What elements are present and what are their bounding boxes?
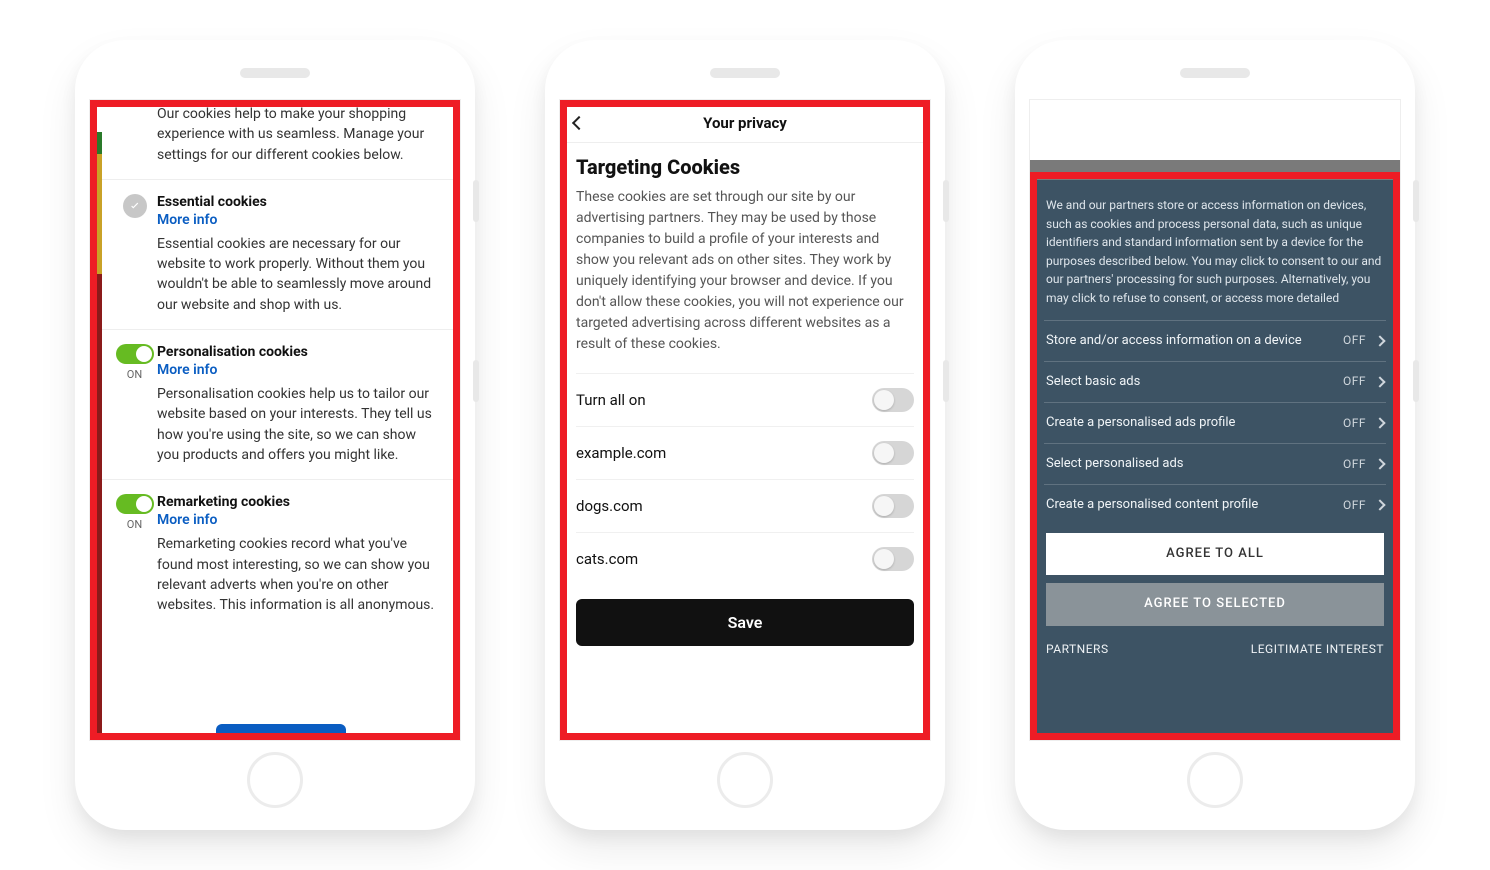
phone-screen-1: Our cookies help to make your shopping e…: [89, 99, 461, 741]
consent-option-row[interactable]: Select personalised ads OFF: [1044, 443, 1386, 484]
option-label: Select basic ads: [1046, 372, 1140, 392]
toggle-switch[interactable]: [116, 494, 154, 514]
option-label: Create a personalised ads profile: [1046, 413, 1235, 433]
phone-screen-2: Your privacy Targeting Cookies These coo…: [559, 99, 931, 741]
phone-side-button: [1413, 180, 1419, 222]
row-label: cats.com: [576, 550, 638, 568]
option-state: OFF: [1343, 455, 1366, 474]
cookie-section-remarketing: ON Remarketing cookies More info Remarke…: [102, 479, 460, 629]
page-header-bar: [1030, 160, 1400, 180]
consent-intro-text: We and our partners store or access info…: [1044, 196, 1386, 320]
consent-panel: We and our partners store or access info…: [1030, 180, 1400, 740]
turn-all-on-row: Turn all on: [576, 373, 914, 426]
row-label: Turn all on: [576, 391, 646, 409]
consent-footer-links: PARTNERS LEGITIMATE INTEREST: [1044, 626, 1386, 659]
header-title: Your privacy: [703, 114, 787, 132]
partner-row: example.com: [576, 426, 914, 479]
phone-side-button: [473, 180, 479, 222]
option-state: OFF: [1343, 372, 1366, 391]
primary-action-button[interactable]: [216, 724, 346, 740]
consent-option-row[interactable]: Create a personalised content profile OF…: [1044, 484, 1386, 525]
partners-link[interactable]: PARTNERS: [1046, 640, 1109, 659]
option-state: OFF: [1343, 331, 1366, 350]
option-label: Select personalised ads: [1046, 454, 1184, 474]
targeting-cookies-content: Targeting Cookies These cookies are set …: [560, 143, 930, 585]
consent-option-row[interactable]: Create a personalised ads profile OFF: [1044, 402, 1386, 443]
phone-mockup-1: Our cookies help to make your shopping e…: [75, 40, 475, 830]
toggle-switch[interactable]: [872, 547, 914, 571]
cookie-section-essential: Essential cookies More info Essential co…: [102, 179, 460, 329]
section-title: Remarketing cookies: [157, 494, 440, 510]
row-label: dogs.com: [576, 497, 643, 515]
back-chevron-icon[interactable]: [572, 116, 586, 130]
section-title: Essential cookies: [157, 194, 440, 210]
scrollbar-thumb[interactable]: [1393, 380, 1399, 418]
row-label: example.com: [576, 444, 666, 462]
phone-mockup-3: We and our partners store or access info…: [1015, 40, 1415, 830]
chevron-right-icon: [1374, 417, 1385, 428]
page-background: [1030, 100, 1400, 160]
partner-row: dogs.com: [576, 479, 914, 532]
toggle-state-label: ON: [127, 368, 142, 381]
description-text: These cookies are set through our site b…: [576, 187, 914, 355]
option-label: Store and/or access information on a dev…: [1046, 331, 1302, 351]
section-description: Personalisation cookies help us to tailo…: [157, 384, 440, 465]
consent-option-row[interactable]: Select basic ads OFF: [1044, 361, 1386, 402]
phone-side-button: [473, 360, 479, 402]
consent-option-row[interactable]: Store and/or access information on a dev…: [1044, 320, 1386, 361]
toggle-switch[interactable]: [872, 388, 914, 412]
chevron-right-icon: [1374, 376, 1385, 387]
intro-text: Our cookies help to make your shopping e…: [102, 100, 460, 179]
legitimate-interest-link[interactable]: LEGITIMATE INTEREST: [1251, 640, 1384, 659]
phone-screen-3: We and our partners store or access info…: [1029, 99, 1401, 741]
main-title: Targeting Cookies: [576, 155, 914, 179]
check-circle-icon: [123, 194, 147, 218]
more-info-link[interactable]: More info: [157, 512, 217, 528]
phone-side-button: [943, 180, 949, 222]
toggle-switch[interactable]: [872, 494, 914, 518]
section-title: Personalisation cookies: [157, 344, 440, 360]
section-description: Essential cookies are necessary for our …: [157, 234, 440, 315]
agree-to-selected-button[interactable]: AGREE TO SELECTED: [1046, 583, 1384, 625]
toggle-switch[interactable]: [116, 344, 154, 364]
toggle-state-label: ON: [127, 518, 142, 531]
phone-side-button: [1413, 360, 1419, 402]
save-button[interactable]: Save: [576, 599, 914, 646]
agree-to-all-button[interactable]: AGREE TO ALL: [1046, 533, 1384, 575]
more-info-link[interactable]: More info: [157, 212, 217, 228]
cookie-section-personalisation: ON Personalisation cookies More info Per…: [102, 329, 460, 479]
chevron-right-icon: [1374, 458, 1385, 469]
modal-header: Your privacy: [560, 100, 930, 143]
phone-side-button: [943, 360, 949, 402]
more-info-link[interactable]: More info: [157, 362, 217, 378]
chevron-right-icon: [1374, 500, 1385, 511]
chevron-right-icon: [1374, 335, 1385, 346]
toggle-switch[interactable]: [872, 441, 914, 465]
partner-row: cats.com: [576, 532, 914, 585]
option-label: Create a personalised content profile: [1046, 495, 1258, 515]
cookie-settings-panel: Our cookies help to make your shopping e…: [102, 100, 460, 740]
phone-mockup-2: Your privacy Targeting Cookies These coo…: [545, 40, 945, 830]
option-state: OFF: [1343, 496, 1366, 515]
option-state: OFF: [1343, 414, 1366, 433]
section-description: Remarketing cookies record what you've f…: [157, 534, 440, 615]
